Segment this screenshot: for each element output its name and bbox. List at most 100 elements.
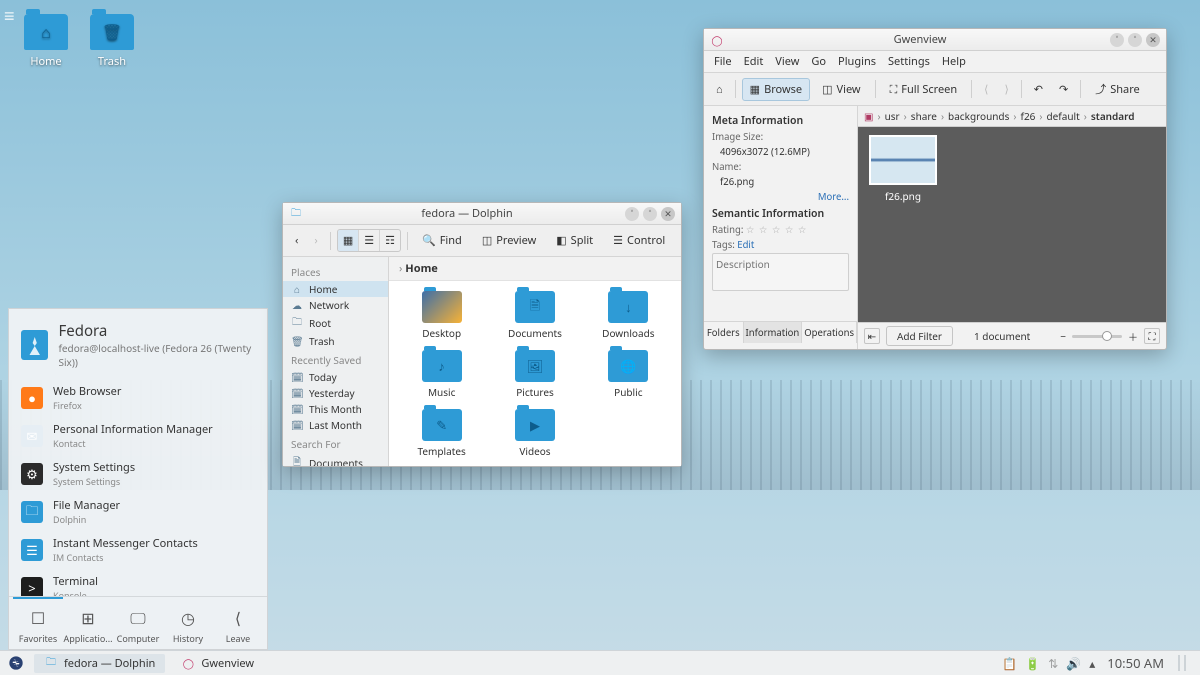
kickoff-item[interactable]: ⚙System SettingsSystem Settings [9,455,267,493]
breadcrumb-segment[interactable]: f26 [1021,109,1036,123]
share-icon: ⤴ [1095,81,1106,97]
places-recent[interactable]: 🗓Today [283,369,388,385]
kickoff-tab[interactable]: ⊞Applicatio... [63,603,113,645]
menu-settings[interactable]: Settings [888,54,930,69]
places-entry[interactable]: 🗑Trash [283,333,388,349]
folder-item[interactable]: 🗎Documents [490,291,579,340]
maximize-button[interactable]: ˄ [1128,33,1142,47]
more-link[interactable]: More... [712,190,849,203]
desktop-menu-icon[interactable]: ≡ [4,4,15,28]
volume-tray-icon[interactable]: 🔊 [1066,655,1081,672]
previous-button[interactable]: ⟨ [978,78,994,101]
path-breadcrumb[interactable]: ▣›usr›share›backgrounds›f26›default›stan… [858,106,1166,127]
places-recent[interactable]: 🗓This Month [283,401,388,417]
view-button[interactable]: ◫View [814,78,868,101]
task-entry[interactable]: 🗀fedora — Dolphin [34,654,165,673]
places-entry[interactable]: ⌂Home [283,281,388,297]
folder-item[interactable]: Desktop [397,291,486,340]
folder-item[interactable]: ▶Videos [490,409,579,458]
meta-header: Meta Information [712,114,849,128]
breadcrumb-segment[interactable]: standard [1091,109,1135,123]
find-button[interactable]: 🔍Find [414,229,470,252]
description-input[interactable] [712,253,849,291]
zoom-slider[interactable] [1072,335,1122,338]
places-section-header: Recently Saved [283,349,388,369]
breadcrumb[interactable]: › Home [389,257,681,281]
kickoff-tab[interactable]: ☐Favorites [13,597,63,645]
trash-folder[interactable]: 🗑Trash [82,14,142,69]
close-button[interactable]: ✕ [661,207,675,221]
sidebar-tab[interactable]: Folders [704,322,744,343]
kickoff-tab[interactable]: ⟨Leave [213,603,263,645]
minimize-button[interactable]: ˅ [1110,33,1124,47]
kickoff-tab[interactable]: ◷History [163,603,213,645]
menu-file[interactable]: File [714,54,732,69]
thumbnail-label: f26.png [885,189,921,203]
places-recent[interactable]: 🗓Last Month [283,417,388,433]
control-button[interactable]: ☰Control [605,229,673,252]
places-recent[interactable]: 🗓Yesterday [283,385,388,401]
maximize-button[interactable]: ˄ [643,207,657,221]
clock[interactable]: 10:50 AM [1107,654,1164,672]
kickoff-item[interactable]: >TerminalKonsole [9,569,267,596]
breadcrumb-segment[interactable]: default [1047,109,1080,123]
breadcrumb-segment[interactable]: usr [885,109,900,123]
share-button[interactable]: ⤴Share [1087,77,1148,101]
thumbnail-item[interactable]: f26.png [866,135,940,203]
folder-item[interactable]: ✎Templates [397,409,486,458]
add-filter-button[interactable]: Add Filter [886,326,953,346]
rotate-left-button[interactable]: ↶ [1028,78,1049,101]
places-entry[interactable]: ☁Network [283,297,388,313]
kickoff-tab[interactable]: 🖵Computer [113,603,163,645]
menu-help[interactable]: Help [942,54,966,69]
menu-edit[interactable]: Edit [744,54,764,69]
folder-item[interactable]: ↓Downloads [584,291,673,340]
kickoff-item[interactable]: ●Web BrowserFirefox [9,379,267,417]
rotate-right-button[interactable]: ↷ [1053,78,1074,101]
close-button[interactable]: ✕ [1146,33,1160,47]
breadcrumb-segment[interactable]: backgrounds [948,109,1009,123]
preview-button[interactable]: ◫Preview [474,229,544,252]
kickoff-item[interactable]: 🗀File ManagerDolphin [9,493,267,531]
task-entry[interactable]: ◯Gwenview [171,654,264,673]
zoom-out-icon[interactable]: − [1060,329,1066,343]
clipboard-tray-icon[interactable]: 📋 [1002,655,1017,672]
compact-view-button[interactable]: ☰ [359,230,380,251]
home-button[interactable]: ⌂ [710,78,729,101]
split-button[interactable]: ◧Split [548,229,601,252]
fullscreen-button[interactable]: ⛶Full Screen [882,78,966,101]
kickoff-item[interactable]: ✉Personal Information ManagerKontact [9,417,267,455]
home-folder[interactable]: ⌂Home [16,14,76,69]
menu-go[interactable]: Go [811,54,826,69]
icons-view-button[interactable]: ▦ [338,230,359,251]
folder-item[interactable]: 🌐Public [584,350,673,399]
kickoff-item[interactable]: ☰Instant Messenger ContactsIM Contacts [9,531,267,569]
back-button[interactable]: ‹ [289,229,304,252]
sidebar-tab[interactable]: Information [744,322,803,343]
folder-item[interactable]: 🖼Pictures [490,350,579,399]
breadcrumb-segment[interactable]: share [911,109,937,123]
menu-view[interactable]: View [775,54,799,69]
places-entry[interactable]: 🗀Root [283,313,388,333]
places-search[interactable]: 🗎Documents [283,453,388,466]
tags-edit-link[interactable]: Edit [737,238,754,251]
rating-stars[interactable]: ☆ ☆ ☆ ☆ ☆ [746,223,807,236]
folder-view[interactable]: Desktop🗎Documents↓Downloads ♪Music🖼Pictur… [389,281,681,466]
fit-button[interactable]: ⛶ [1144,328,1160,344]
folder-item[interactable]: ♪Music [397,350,486,399]
forward-button[interactable]: › [308,229,323,252]
kickoff-launcher[interactable] [4,651,28,675]
menu-plugins[interactable]: Plugins [838,54,876,69]
panel-edit-handle[interactable] [1178,655,1186,671]
tray-expand-icon[interactable]: ▴ [1089,655,1095,672]
zoom-in-icon[interactable]: ＋ [1128,329,1138,344]
minimize-button[interactable]: ˅ [625,207,639,221]
sidebar-tab[interactable]: Operations [802,322,857,343]
next-button[interactable]: ⟩ [998,78,1014,101]
sidebar-toggle-button[interactable]: ⇤ [864,328,880,344]
battery-tray-icon[interactable]: 🔋 [1025,655,1040,672]
browse-button[interactable]: ▦Browse [742,78,810,101]
details-view-button[interactable]: ☶ [380,230,400,251]
thumbnail-view[interactable]: f26.png [858,127,1166,322]
network-tray-icon[interactable]: ⇅ [1048,655,1058,672]
